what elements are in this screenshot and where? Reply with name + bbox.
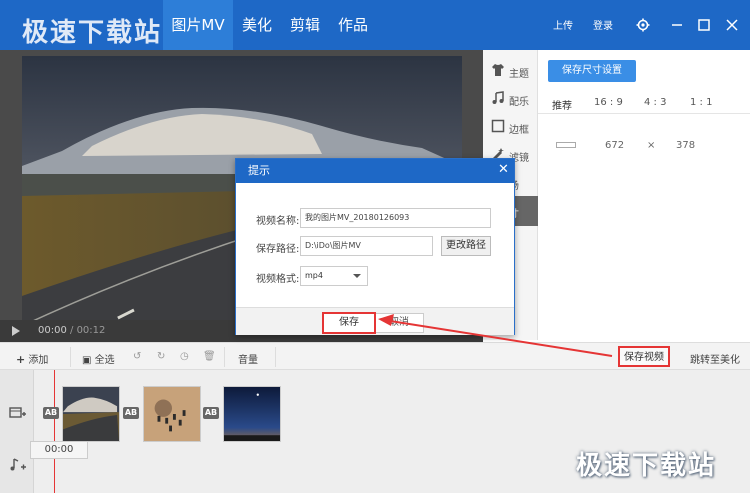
annotation-arrow: [378, 314, 613, 357]
watermark: 极速下载站: [576, 451, 717, 481]
